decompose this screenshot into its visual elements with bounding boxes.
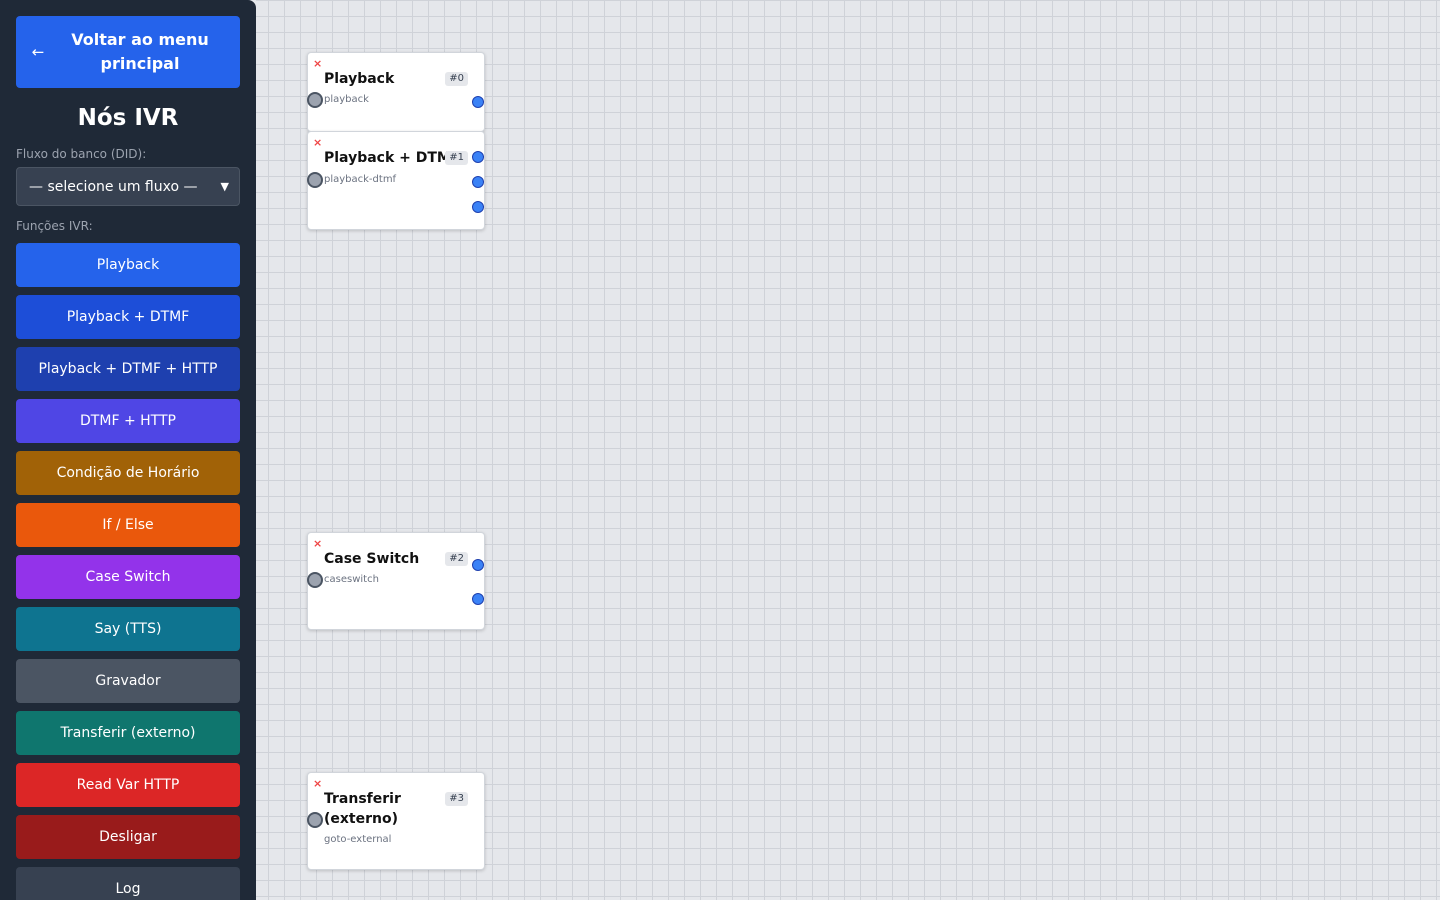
delete-node-icon[interactable]: × <box>313 538 322 550</box>
node-id-badge: #2 <box>445 552 468 566</box>
node-type-label: goto-external <box>324 834 392 845</box>
input-port[interactable] <box>307 92 323 108</box>
function-button-say-tts[interactable]: Say (TTS) <box>16 607 240 651</box>
node-id-badge: #1 <box>445 151 468 165</box>
function-button-read-var-http[interactable]: Read Var HTTP <box>16 763 240 807</box>
function-button-log[interactable]: Log <box>16 867 240 900</box>
function-button-case-switch[interactable]: Case Switch <box>16 555 240 599</box>
function-button-dtmf-http[interactable]: DTMF + HTTP <box>16 399 240 443</box>
back-button-label: Voltar ao menu principal <box>71 30 209 73</box>
node-title: Playback + DTMF <box>324 150 461 166</box>
delete-node-icon[interactable]: × <box>313 137 322 149</box>
flow-select-label: Fluxo do banco (DID): <box>16 147 147 161</box>
function-button-transfer-external[interactable]: Transferir (externo) <box>16 711 240 755</box>
functions-label: Funções IVR: <box>16 219 93 233</box>
output-port[interactable] <box>472 201 484 213</box>
function-button-playback-dtmf-http[interactable]: Playback + DTMF + HTTP <box>16 347 240 391</box>
flow-select-value: — selecione um fluxo — <box>29 178 198 195</box>
node-id-badge: #3 <box>445 792 468 806</box>
node-type-label: playback-dtmf <box>324 174 397 185</box>
flow-select[interactable]: — selecione um fluxo — ▼ <box>16 167 240 206</box>
input-port[interactable] <box>307 172 323 188</box>
input-port[interactable] <box>307 572 323 588</box>
back-to-main-menu-button[interactable]: ← Voltar ao menu principal <box>16 16 240 88</box>
arrow-left-icon: ← <box>31 43 45 61</box>
node-type-label: playback <box>324 94 369 105</box>
function-button-list: Playback Playback + DTMF Playback + DTMF… <box>16 243 240 900</box>
sidebar: ← Voltar ao menu principal Nós IVR Fluxo… <box>0 0 256 900</box>
output-port[interactable] <box>472 559 484 571</box>
function-button-if-else[interactable]: If / Else <box>16 503 240 547</box>
function-button-recorder[interactable]: Gravador <box>16 659 240 703</box>
function-button-hangup[interactable]: Desligar <box>16 815 240 859</box>
function-button-playback-dtmf[interactable]: Playback + DTMF <box>16 295 240 339</box>
node-title: Case Switch <box>324 551 420 567</box>
flow-node-transfer-external[interactable]: × Transferir (externo) #3 goto-external <box>307 772 485 870</box>
delete-node-icon[interactable]: × <box>313 58 322 70</box>
sidebar-title: Nós IVR <box>77 105 179 131</box>
input-port[interactable] <box>307 812 323 828</box>
flow-node-case-switch[interactable]: × Case Switch #2 caseswitch <box>307 532 485 630</box>
output-port[interactable] <box>472 176 484 188</box>
function-button-playback[interactable]: Playback <box>16 243 240 287</box>
flow-canvas[interactable]: × Playback #0 playback × Playback + DTMF… <box>256 0 1440 900</box>
node-title: Playback <box>324 71 395 87</box>
output-port[interactable] <box>472 151 484 163</box>
flow-node-playback-dtmf[interactable]: × Playback + DTMF #1 playback-dtmf <box>307 131 485 230</box>
flow-node-playback[interactable]: × Playback #0 playback <box>307 52 485 132</box>
output-port[interactable] <box>472 593 484 605</box>
node-id-badge: #0 <box>445 72 468 86</box>
node-title: Transferir (externo) <box>324 791 401 827</box>
function-button-time-condition[interactable]: Condição de Horário <box>16 451 240 495</box>
delete-node-icon[interactable]: × <box>313 778 322 790</box>
node-type-label: caseswitch <box>324 574 379 585</box>
chevron-down-icon: ▼ <box>220 180 229 193</box>
output-port[interactable] <box>472 96 484 108</box>
